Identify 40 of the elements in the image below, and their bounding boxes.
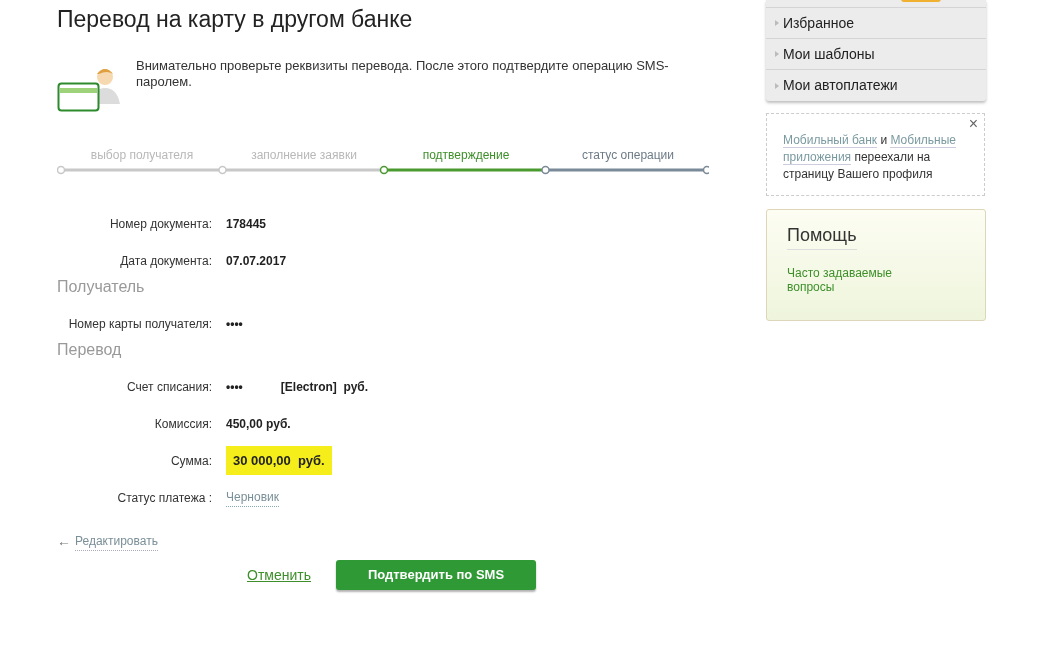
field-label: Сумма: <box>169 452 213 470</box>
instruction-text: Внимательно проверьте реквизиты перевода. После этого подтвердите операцию SMS-паролем. <box>136 58 670 91</box>
caret-icon <box>775 20 779 26</box>
help-title: Помощь <box>787 222 857 250</box>
notice-text: Мобильный банк и Мобильные приложения переехали на страницу Вашего профиля <box>783 132 958 183</box>
field-value: [Electron] руб. <box>280 378 369 396</box>
field-label: Дата документа: <box>119 252 213 270</box>
step-label: заполнение заявки <box>250 147 358 164</box>
faq-link[interactable]: Часто задаваемые вопросы <box>787 266 907 294</box>
section-heading: Получатель <box>57 277 146 297</box>
status-link[interactable]: Черновик <box>226 488 279 507</box>
step-label: выбор получателя <box>89 147 195 164</box>
sidebar-menu-item[interactable]: Мои шаблоны <box>766 39 986 70</box>
caret-icon <box>775 82 779 89</box>
confirm-sms-button[interactable]: Подтвердить по SMS <box>336 560 536 590</box>
field-label: Номер карты получателя: <box>67 315 213 333</box>
field-label: Комиссия: <box>153 415 213 433</box>
page-title: Перевод на карту в другом банке <box>57 5 414 33</box>
mobile-apps-link[interactable]: приложения <box>783 150 852 165</box>
close-button[interactable]: × <box>968 116 978 132</box>
sidebar-menu-item[interactable]: Мои автоплатежи <box>766 70 986 101</box>
sidebar-menu-item[interactable]: Избранное <box>766 8 986 39</box>
field-value: 450,00 руб. <box>226 415 291 433</box>
cancel-link[interactable]: Отменить <box>247 564 311 586</box>
field-label: Номер документа: <box>108 215 213 233</box>
masked-account: •••• <box>226 378 243 396</box>
step-label: подтверждение <box>421 147 511 164</box>
field-label: Счет списания: <box>126 378 213 396</box>
section-heading: Перевод <box>57 340 123 360</box>
field-value: 178445 <box>226 215 267 233</box>
mobile-apps-link[interactable]: Мобильные <box>890 133 957 148</box>
caret-icon <box>775 51 779 57</box>
back-arrow: ← <box>57 532 71 551</box>
field-label: Статус платежа : <box>116 489 213 507</box>
field-value: •••• <box>226 315 243 333</box>
mobile-bank-link[interactable]: Мобильный банк <box>783 133 878 148</box>
step-label: статус операции <box>580 147 676 164</box>
edit-link[interactable]: Редактировать <box>75 532 158 551</box>
field-value: 07.07.2017 <box>226 252 287 270</box>
amount-value: 30 000,00 руб. <box>226 445 332 476</box>
